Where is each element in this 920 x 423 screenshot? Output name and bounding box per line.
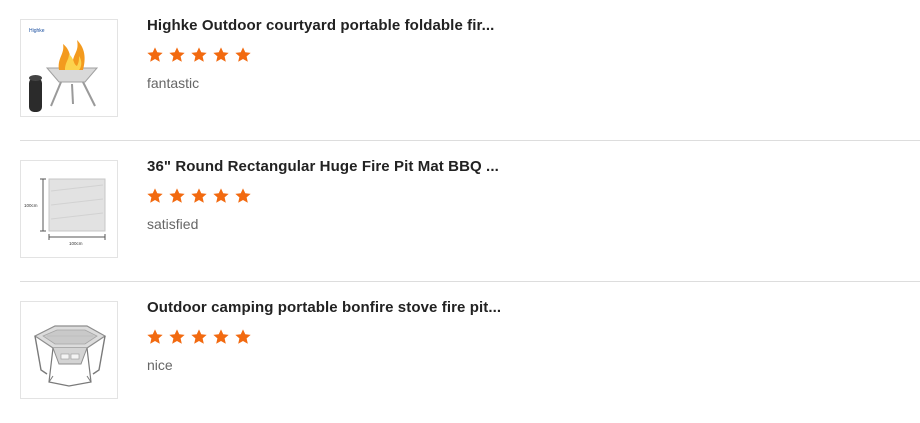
star-icon bbox=[191, 188, 207, 203]
product-title[interactable]: Highke Outdoor courtyard portable foldab… bbox=[147, 17, 494, 34]
dimension-label-height: 100cm bbox=[24, 203, 38, 208]
product-title[interactable]: Outdoor camping portable bonfire stove f… bbox=[147, 299, 501, 316]
star-icon bbox=[191, 329, 207, 344]
star-icon bbox=[169, 188, 185, 203]
star-icon bbox=[235, 329, 251, 344]
star-rating bbox=[146, 187, 252, 207]
review-list: Highke Highke Outdoor courtyard portable… bbox=[0, 0, 920, 418]
fire-pit-image-icon: Highke bbox=[29, 28, 99, 112]
review-item: Outdoor camping portable bonfire stove f… bbox=[0, 282, 920, 423]
star-rating bbox=[146, 46, 252, 66]
star-icon bbox=[147, 329, 163, 344]
star-icon bbox=[147, 47, 163, 62]
review-comment: satisfied bbox=[147, 216, 199, 232]
star-icon bbox=[191, 47, 207, 62]
review-comment: fantastic bbox=[147, 75, 200, 91]
product-thumbnail[interactable] bbox=[20, 301, 118, 399]
review-comment: nice bbox=[147, 357, 173, 373]
star-icon bbox=[235, 47, 251, 62]
star-rating bbox=[146, 328, 252, 348]
star-icon bbox=[235, 188, 251, 203]
review-item: 100cm 100cm 36" Round Rectangular Huge F… bbox=[0, 141, 920, 282]
star-icon bbox=[147, 188, 163, 203]
star-icon bbox=[169, 329, 185, 344]
product-thumbnail[interactable]: Highke bbox=[20, 19, 118, 117]
review-item: Highke Highke Outdoor courtyard portable… bbox=[0, 0, 920, 141]
product-title[interactable]: 36" Round Rectangular Huge Fire Pit Mat … bbox=[147, 158, 499, 175]
star-icon bbox=[213, 188, 229, 203]
star-icon bbox=[169, 47, 185, 62]
bonfire-stove-image-icon bbox=[33, 325, 107, 387]
fire-pit-mat-image-icon: 100cm 100cm bbox=[24, 178, 106, 246]
star-icon bbox=[213, 329, 229, 344]
brand-logo-text: Highke bbox=[29, 28, 45, 34]
star-icon bbox=[213, 47, 229, 62]
product-thumbnail[interactable]: 100cm 100cm bbox=[20, 160, 118, 258]
dimension-label-width: 100cm bbox=[69, 241, 83, 246]
